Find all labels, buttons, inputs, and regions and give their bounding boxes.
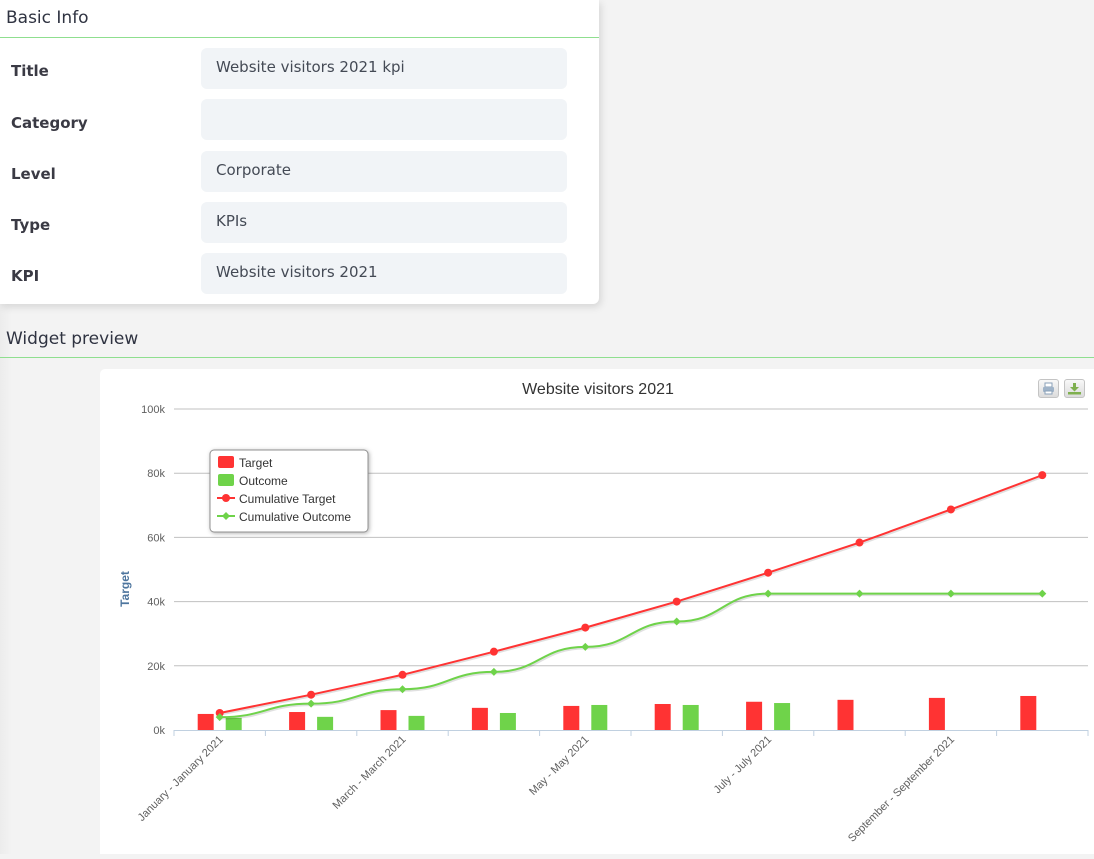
legend-label: Cumulative Target [239, 492, 336, 506]
legend-marker-circle-icon [222, 494, 230, 502]
point-cumulative-target[interactable] [1038, 471, 1047, 480]
legend-label: Target [239, 456, 273, 470]
bar-outcome[interactable] [225, 717, 242, 730]
x-tick-label: May - May 2021 [527, 734, 591, 798]
type-field[interactable]: KPIs [201, 202, 567, 243]
y-tick-label: 100k [141, 404, 165, 416]
widget-preview-title: Widget preview [6, 329, 139, 349]
point-cumulative-outcome[interactable] [946, 589, 955, 598]
field-row-type: Type KPIs [0, 202, 599, 243]
download-icon [1068, 383, 1081, 395]
x-tick-label: January - January 2021 [136, 734, 226, 824]
bar-target[interactable] [1020, 695, 1037, 730]
print-button[interactable] [1038, 379, 1059, 398]
bar-outcome[interactable] [774, 703, 791, 730]
kpi-field[interactable]: Website visitors 2021 [201, 253, 567, 294]
bar-target[interactable] [654, 703, 671, 730]
level-field[interactable]: Corporate [201, 151, 567, 192]
bars [197, 695, 1037, 730]
y-tick-label: 20k [147, 661, 165, 673]
field-label: Title [11, 62, 49, 80]
field-value: Corporate [216, 161, 291, 179]
line-cumulative-outcome[interactable] [219, 592, 1043, 719]
bar-target[interactable] [380, 710, 397, 730]
field-row-level: Level Corporate [0, 151, 599, 192]
point-cumulative-outcome[interactable] [581, 642, 590, 651]
y-axis-label: Target [118, 571, 132, 607]
field-label: KPI [11, 267, 40, 285]
bar-target[interactable] [928, 697, 945, 730]
printer-icon [1043, 382, 1054, 395]
bar-outcome[interactable] [499, 712, 516, 730]
field-row-kpi: KPI Website visitors 2021 [0, 253, 599, 294]
chart-title: Website visitors 2021 [522, 381, 674, 398]
download-button[interactable] [1064, 379, 1085, 398]
bar-target[interactable] [289, 712, 306, 730]
legend-swatch-outcome [218, 474, 234, 486]
section-divider [0, 357, 1094, 358]
category-field[interactable] [201, 99, 567, 140]
point-cumulative-target[interactable] [672, 597, 681, 606]
x-tick-label: September - September 2021 [846, 734, 957, 845]
field-value: KPIs [216, 212, 248, 230]
point-cumulative-target[interactable] [855, 538, 864, 547]
y-tick-label: 40k [147, 597, 165, 609]
legend[interactable]: Target Outcome Cumulative Target Cumulat… [209, 449, 369, 533]
point-cumulative-outcome[interactable] [764, 589, 773, 598]
x-tick-label: March - March 2021 [331, 734, 409, 812]
legend-label: Outcome [239, 474, 288, 488]
field-row-title: Title Website visitors 2021 kpi [0, 48, 599, 89]
field-label: Category [11, 114, 88, 132]
field-value: Website visitors 2021 [216, 263, 378, 281]
basic-info-header: Basic Info [0, 0, 599, 38]
point-cumulative-target[interactable] [764, 568, 773, 577]
bar-outcome[interactable] [317, 716, 334, 730]
basic-info-card: Basic Info Title Website visitors 2021 k… [0, 0, 599, 304]
y-axis-ticks: 0k 20k 40k 60k 80k 100k [141, 404, 165, 737]
x-tick-label: July - July 2021 [712, 734, 775, 797]
field-row-category: Category [0, 99, 599, 140]
field-value: Website visitors 2021 kpi [216, 58, 405, 76]
title-field[interactable]: Website visitors 2021 kpi [201, 48, 567, 89]
point-cumulative-target[interactable] [946, 505, 955, 514]
legend-label: Cumulative Outcome [239, 510, 351, 524]
point-cumulative-target[interactable] [489, 647, 498, 656]
point-cumulative-outcome[interactable] [1038, 589, 1047, 598]
point-cumulative-outcome[interactable] [855, 589, 864, 598]
bar-target[interactable] [471, 707, 488, 730]
field-label: Type [11, 216, 51, 234]
legend-item-target[interactable]: Target [218, 456, 273, 470]
bar-target[interactable] [746, 701, 763, 730]
y-tick-label: 60k [147, 532, 165, 544]
legend-item-outcome[interactable]: Outcome [218, 474, 288, 488]
point-cumulative-outcome[interactable] [307, 699, 316, 708]
bar-outcome[interactable] [408, 715, 425, 730]
point-cumulative-target[interactable] [581, 623, 590, 632]
point-cumulative-target[interactable] [398, 670, 407, 679]
bar-target[interactable] [197, 713, 214, 730]
bar-target[interactable] [563, 705, 580, 730]
x-axis: January - January 2021 March - March 2021… [136, 730, 1089, 845]
bar-outcome[interactable] [682, 704, 699, 730]
bar-target[interactable] [837, 699, 854, 730]
point-cumulative-outcome[interactable] [489, 667, 498, 676]
bar-outcome[interactable] [591, 704, 608, 730]
basic-info-title: Basic Info [6, 8, 89, 28]
point-cumulative-outcome[interactable] [398, 685, 407, 694]
point-cumulative-target[interactable] [307, 690, 316, 699]
y-tick-label: 0k [153, 725, 165, 737]
y-tick-label: 80k [147, 468, 165, 480]
chart-svg: Website visitors 2021 0k 20k 40k 60k 80k 100k… [118, 381, 1089, 845]
field-label: Level [11, 165, 56, 183]
legend-swatch-target [218, 456, 234, 468]
grid-lines [174, 408, 1088, 667]
point-cumulative-outcome[interactable] [672, 617, 681, 626]
chart-widget: Website visitors 2021 0k 20k 40k 60k 80k 100k… [100, 369, 1094, 854]
